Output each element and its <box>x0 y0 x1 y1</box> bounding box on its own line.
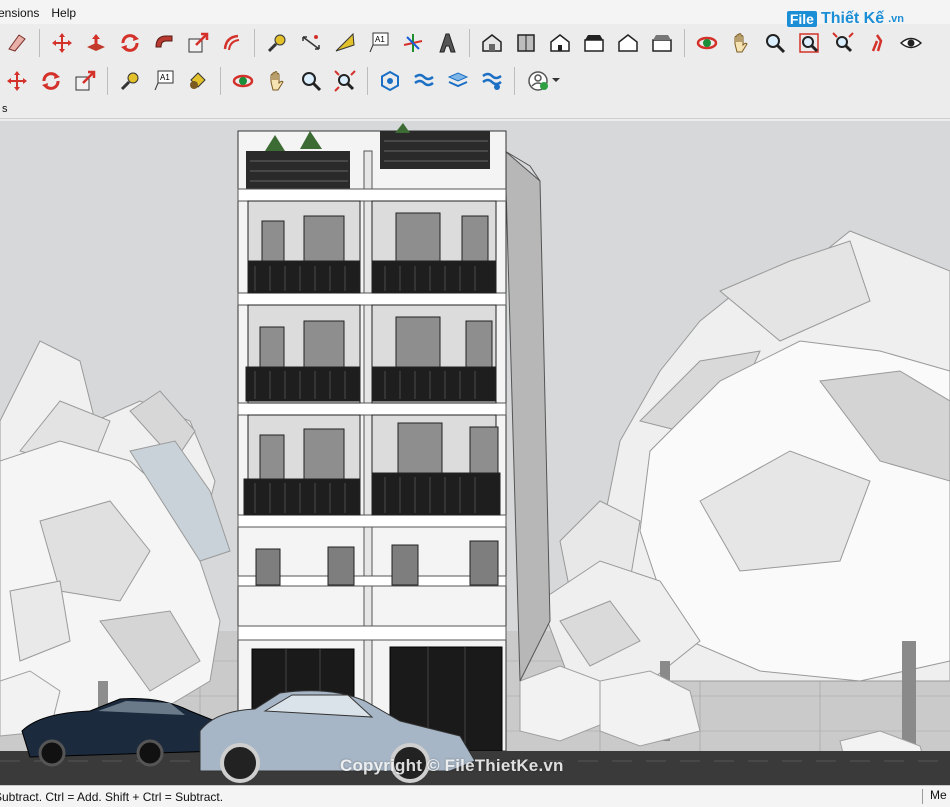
tape-measure-icon[interactable] <box>262 28 292 58</box>
toolbar-separator <box>469 29 470 57</box>
toolbar-separator <box>367 67 368 95</box>
toolbar-separator <box>514 67 515 95</box>
townhouse-building <box>237 123 551 752</box>
svg-text:A1: A1 <box>375 35 385 44</box>
move-icon[interactable] <box>2 66 32 96</box>
dimension-icon[interactable] <box>296 28 326 58</box>
toolbar-separator <box>684 29 685 57</box>
brand-logo: File Thiết Kế .vn <box>786 10 904 28</box>
zoom-window-icon[interactable] <box>794 28 824 58</box>
toolbar-separator <box>220 67 221 95</box>
iso-view-icon[interactable] <box>477 28 507 58</box>
left-view-icon[interactable] <box>647 28 677 58</box>
eraser-icon[interactable] <box>2 28 32 58</box>
brand-domain: .vn <box>888 13 904 25</box>
rotate-icon[interactable] <box>36 66 66 96</box>
toolbar-separator <box>254 29 255 57</box>
floor-1 <box>243 414 501 516</box>
zoom-icon[interactable] <box>760 28 790 58</box>
toolbar-top: A1 <box>0 24 950 62</box>
measurements-label: Me <box>930 788 947 802</box>
offset-icon[interactable] <box>217 28 247 58</box>
intersect-icon[interactable] <box>409 66 439 96</box>
follow-me-icon[interactable] <box>149 28 179 58</box>
svg-text:A1: A1 <box>160 73 170 82</box>
back-view-icon[interactable] <box>613 28 643 58</box>
3d-text-icon[interactable] <box>432 28 462 58</box>
zoom-extents-icon[interactable] <box>330 66 360 96</box>
status-hint: Subtract. Ctrl = Add. Shift + Ctrl = Sub… <box>0 789 224 804</box>
subtract-icon[interactable] <box>477 66 507 96</box>
orbit-icon[interactable] <box>692 28 722 58</box>
toolbar-separator <box>107 67 108 95</box>
scene-tab[interactable]: s <box>0 100 12 118</box>
zoom-icon[interactable] <box>296 66 326 96</box>
right-view-icon[interactable] <box>579 28 609 58</box>
drawing-viewport[interactable] <box>0 121 950 785</box>
look-around-icon[interactable] <box>896 28 926 58</box>
rotate-icon[interactable] <box>115 28 145 58</box>
menu-help[interactable]: Help <box>45 0 82 26</box>
front-view-icon[interactable] <box>545 28 575 58</box>
move-icon[interactable] <box>47 28 77 58</box>
toolbar-separator <box>39 29 40 57</box>
walk-icon[interactable] <box>862 28 892 58</box>
menu-extensions[interactable]: ensions <box>0 0 45 26</box>
text-icon[interactable]: A1 <box>149 66 179 96</box>
model-render <box>0 121 950 785</box>
text-icon[interactable]: A1 <box>364 28 394 58</box>
scale-icon[interactable] <box>183 28 213 58</box>
protractor-icon[interactable] <box>330 28 360 58</box>
toolbar-bottom: A1 <box>0 62 950 100</box>
brand-name: Thiết Kế <box>820 10 885 27</box>
status-separator <box>922 789 923 804</box>
axes-icon[interactable] <box>398 28 428 58</box>
union-icon[interactable] <box>443 66 473 96</box>
profile-icon[interactable] <box>522 66 566 96</box>
pan-icon[interactable] <box>726 28 756 58</box>
zoom-extents-icon[interactable] <box>828 28 858 58</box>
copyright-watermark: Copyright © FileThietKe.vn <box>340 756 564 775</box>
top-view-icon[interactable] <box>511 28 541 58</box>
status-bar: Subtract. Ctrl = Add. Shift + Ctrl = Sub… <box>0 785 950 807</box>
tape-measure-icon[interactable] <box>115 66 145 96</box>
pan-icon[interactable] <box>262 66 292 96</box>
scale-icon[interactable] <box>70 66 100 96</box>
outer-shell-icon[interactable] <box>375 66 405 96</box>
scene-tab-strip: s <box>0 100 950 119</box>
orbit-icon[interactable] <box>228 66 258 96</box>
push-pull-icon[interactable] <box>81 28 111 58</box>
brand-logo-mark: File <box>786 11 817 27</box>
paint-bucket-icon[interactable] <box>183 66 213 96</box>
